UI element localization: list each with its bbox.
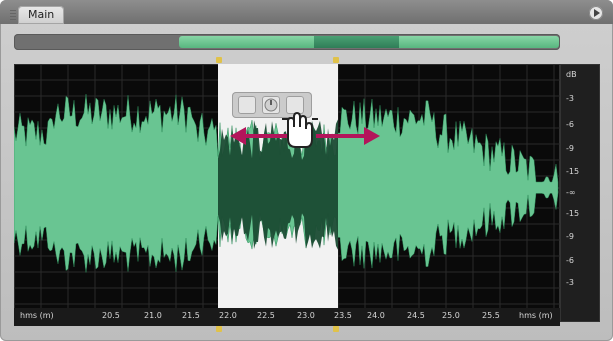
tab-main[interactable]: Main (18, 6, 65, 24)
selection-end-marker[interactable] (333, 57, 339, 63)
time-ruler[interactable]: hms (m) 20.5 21.0 21.5 22.0 22.5 23.0 23.5 24.0 2… (14, 308, 560, 326)
db-label: -9 (566, 232, 574, 241)
time-label: 21.5 (182, 311, 200, 320)
hand-cursor-icon (282, 111, 318, 148)
time-label: 25.5 (482, 311, 500, 320)
envelope-tool-icon[interactable] (238, 96, 256, 114)
time-label: 20.5 (102, 311, 120, 320)
tab-grip-icon[interactable] (10, 10, 16, 20)
selection-start-marker-bottom[interactable] (216, 326, 222, 332)
overview-selection[interactable] (314, 36, 399, 48)
time-label: 22.0 (219, 311, 237, 320)
db-label: -∞ (566, 188, 576, 197)
selection-start-marker[interactable] (216, 57, 222, 63)
panel-menu-button[interactable] (589, 6, 603, 20)
time-label: 21.0 (144, 311, 162, 320)
db-label: -15 (566, 209, 580, 218)
time-label: 24.5 (407, 311, 425, 320)
db-label: -3 (566, 94, 574, 103)
time-label: 24.0 (367, 311, 385, 320)
db-label: -3 (566, 278, 574, 287)
right-arrow (316, 127, 380, 145)
time-label: 23.5 (334, 311, 352, 320)
db-label: -15 (566, 167, 580, 176)
time-label: 23.0 (297, 311, 315, 320)
waveform-panel: Main dB -3 -6 -9 -15 -∞ -15 -9 -6 -3 hms (m) 20.5 2… (0, 0, 613, 341)
db-label: -6 (566, 120, 574, 129)
time-label: hms (m) (20, 311, 54, 320)
panel-header (0, 0, 613, 24)
db-label: -6 (566, 256, 574, 265)
db-label: -9 (566, 144, 574, 153)
db-scale: dB -3 -6 -9 -15 -∞ -15 -9 -6 -3 (560, 64, 600, 322)
db-label: dB (566, 70, 577, 79)
time-label: hms (m) (519, 311, 553, 320)
overview-bar[interactable] (14, 34, 560, 50)
selection-end-marker-bottom[interactable] (333, 326, 339, 332)
time-label: 25.0 (442, 311, 460, 320)
time-label: 22.5 (257, 311, 275, 320)
